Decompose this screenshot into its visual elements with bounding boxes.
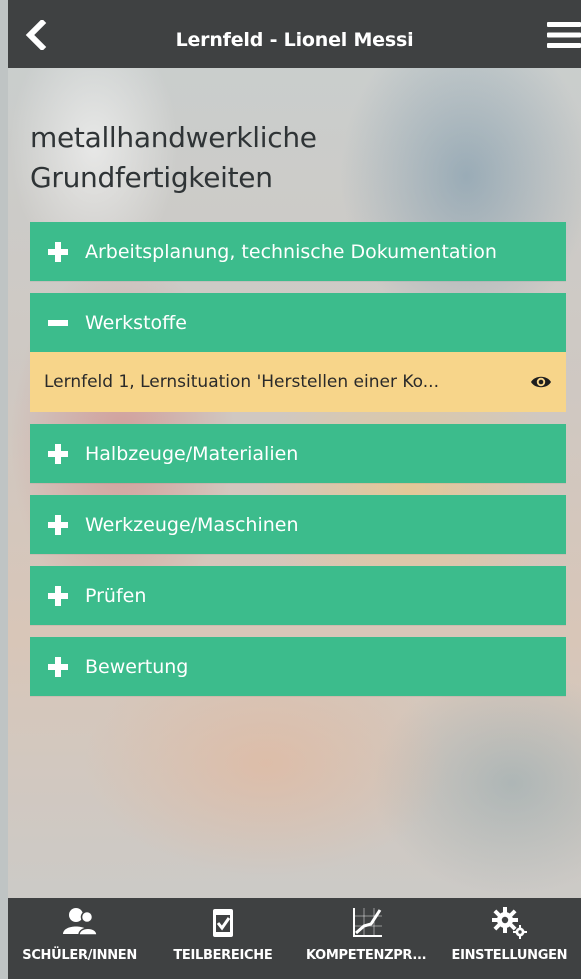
category-label: Werkzeuge/Maschinen [85, 513, 299, 536]
bottom-tab-bar: SCHÜLER/INNEN TEILBEREICHE KOMPETENZPR..… [8, 898, 581, 979]
eye-icon[interactable] [530, 372, 552, 392]
app-screen: Lernfeld - Lionel Messi metallhandwerkli… [8, 0, 581, 979]
top-bar: Lernfeld - Lionel Messi [8, 0, 581, 68]
page-header-title: Lernfeld - Lionel Messi [175, 29, 414, 51]
plus-icon [47, 656, 69, 678]
category-label: Bewertung [85, 655, 189, 678]
tab-label: SCHÜLER/INNEN [22, 948, 137, 963]
users-icon [62, 908, 98, 936]
tab-label: KOMPETENZPR... [305, 948, 427, 963]
tab-kompetenzprofil[interactable]: KOMPETENZPR... [295, 898, 438, 979]
page-title-line-2: Grundfertigkeiten [30, 161, 273, 194]
gears-icon [492, 907, 528, 939]
category-row-werkstoffe[interactable]: Werkstoffe [30, 293, 566, 352]
plus-icon [47, 514, 69, 536]
chart-icon [353, 908, 383, 937]
category-label: Arbeitsplanung, technische Dokumentation [85, 240, 497, 263]
category-row-halbzeuge[interactable]: Halbzeuge/Materialien [30, 424, 566, 483]
category-row-arbeitsplanung[interactable]: Arbeitsplanung, technische Dokumentation [30, 222, 566, 281]
page-title-line-1: metallhandwerkliche [30, 121, 317, 154]
tab-schueler[interactable]: SCHÜLER/INNEN [8, 898, 151, 979]
category-label: Werkstoffe [85, 311, 187, 334]
subitem-row-lernsituation[interactable]: Lernfeld 1, Lernsituation 'Herstellen ei… [30, 352, 566, 412]
subitem-label: Lernfeld 1, Lernsituation 'Herstellen ei… [44, 372, 439, 392]
category-row-pruefen[interactable]: Prüfen [30, 566, 566, 625]
hamburger-menu-icon [547, 22, 581, 48]
checklist-icon [212, 909, 233, 937]
tab-teilbereiche[interactable]: TEILBEREICHE [151, 898, 294, 979]
plus-icon [47, 443, 69, 465]
tab-einstellungen[interactable]: EINSTELLUNGEN [438, 898, 581, 979]
back-button[interactable] [22, 18, 50, 52]
minus-icon [47, 312, 69, 334]
category-label: Halbzeuge/Materialien [85, 442, 299, 465]
page-title: metallhandwerkliche Grundfertigkeiten [30, 118, 510, 198]
tab-label: TEILBEREICHE [173, 948, 273, 963]
chevron-left-icon [25, 18, 47, 52]
menu-button[interactable] [547, 20, 581, 50]
category-row-werkzeuge[interactable]: Werkzeuge/Maschinen [30, 495, 566, 554]
category-label: Prüfen [85, 584, 147, 607]
tab-label: EINSTELLUNGEN [451, 948, 568, 963]
plus-icon [47, 241, 69, 263]
category-list: Arbeitsplanung, technische Dokumentation… [30, 222, 566, 696]
category-row-bewertung[interactable]: Bewertung [30, 637, 566, 696]
plus-icon [47, 585, 69, 607]
